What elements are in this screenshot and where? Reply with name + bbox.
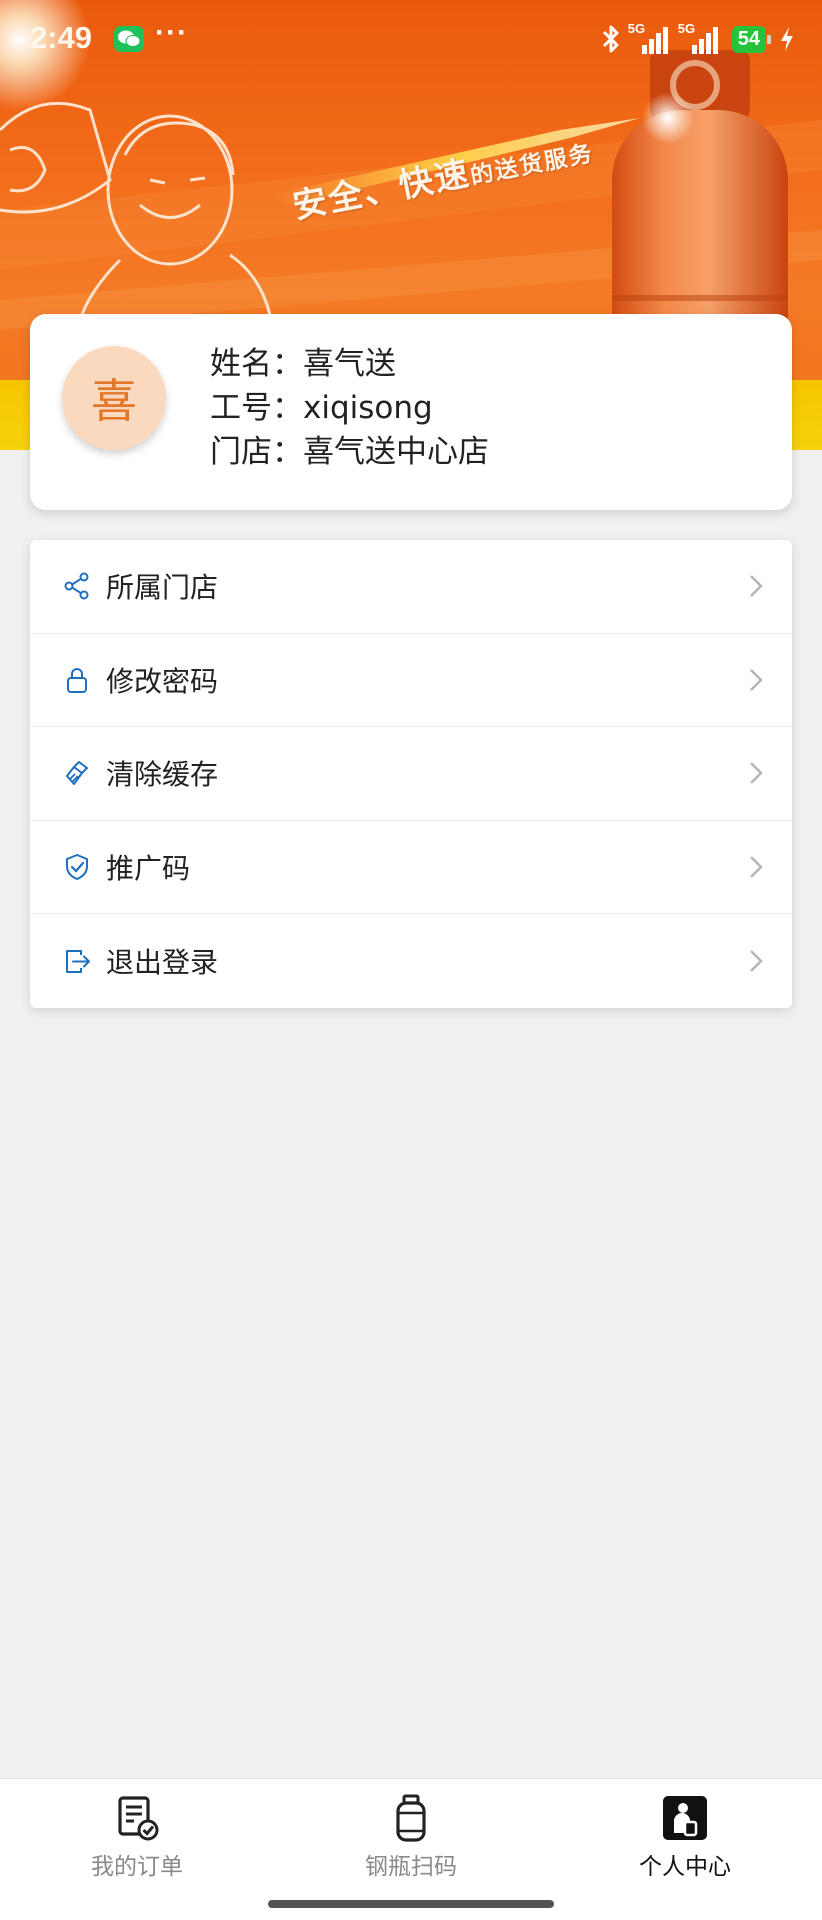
home-indicator[interactable] [268,1900,554,1908]
chevron-right-icon [750,575,763,598]
menu-label: 清除缓存 [106,758,219,792]
lock-icon [67,667,87,693]
nav-label: 我的订单 [91,1854,183,1880]
id-value: xiqisong [303,390,433,426]
profile-info: 姓名：喜气送 工号：xiqisong 门店：喜气送中心店 [210,342,489,474]
profile-card: 喜 姓名：喜气送 工号：xiqisong 门店：喜气送中心店 [30,314,792,510]
gas-cylinder-icon [396,1794,426,1842]
more-dots-icon: ··· [155,16,188,49]
menu-item-store[interactable]: 所属门店 [30,540,792,634]
chevron-right-icon [750,668,763,691]
store-label: 门店： [210,434,303,470]
menu-label: 退出登录 [106,945,219,979]
profile-id-row: 工号：xiqisong [210,386,489,430]
logout-icon [66,949,90,973]
store-value: 喜气送中心店 [303,434,489,470]
id-label: 工号： [210,390,303,426]
shield-check-icon [66,853,88,880]
status-bar: 2:49 ··· 5G 5G 54 [0,0,822,78]
menu-item-clear-cache[interactable]: 清除缓存 [30,727,792,821]
status-time: 2:49 [30,20,93,55]
menu-item-change-password[interactable]: 修改密码 [30,634,792,727]
name-value: 喜气送 [303,346,396,382]
menu-label: 所属门店 [106,571,219,605]
chevron-right-icon [750,949,763,972]
tab-my-orders[interactable]: 我的订单 [57,1793,217,1881]
broom-icon [66,761,88,786]
tab-personal-center[interactable]: 个人中心 [605,1793,765,1881]
menu-item-logout[interactable]: 退出登录 [30,914,792,1008]
bottom-nav: 我的订单 钢瓶扫码 个人中心 [0,1778,822,1920]
nav-label: 个人中心 [639,1854,731,1880]
order-list-icon [118,1796,159,1841]
battery-icon: 54 [731,25,772,53]
signal-5g-icon-2: 5G [678,21,722,55]
tab-cylinder-scan[interactable]: 钢瓶扫码 [331,1793,491,1881]
charging-bolt-icon [781,27,793,51]
profile-store-row: 门店：喜气送中心店 [210,430,489,474]
share-icon [64,572,89,600]
name-label: 姓名： [210,346,303,382]
signal-5g-icon: 5G [628,21,672,55]
menu-label: 推广码 [106,851,191,885]
status-indicators: 5G 5G 54 [600,21,796,56]
menu-item-promo-code[interactable]: 推广码 [30,821,792,914]
nav-label: 钢瓶扫码 [365,1854,457,1880]
chevron-right-icon [750,762,763,785]
profile-icon [663,1796,707,1840]
bluetooth-icon [602,25,619,53]
settings-menu: 所属门店 修改密码 清除缓存 推广码 退出登录 [30,540,792,1008]
menu-label: 修改密码 [106,664,219,698]
chevron-right-icon [750,855,763,878]
profile-name-row: 姓名：喜气送 [210,342,489,386]
avatar: 喜 [62,346,166,450]
wechat-icon [114,26,144,52]
